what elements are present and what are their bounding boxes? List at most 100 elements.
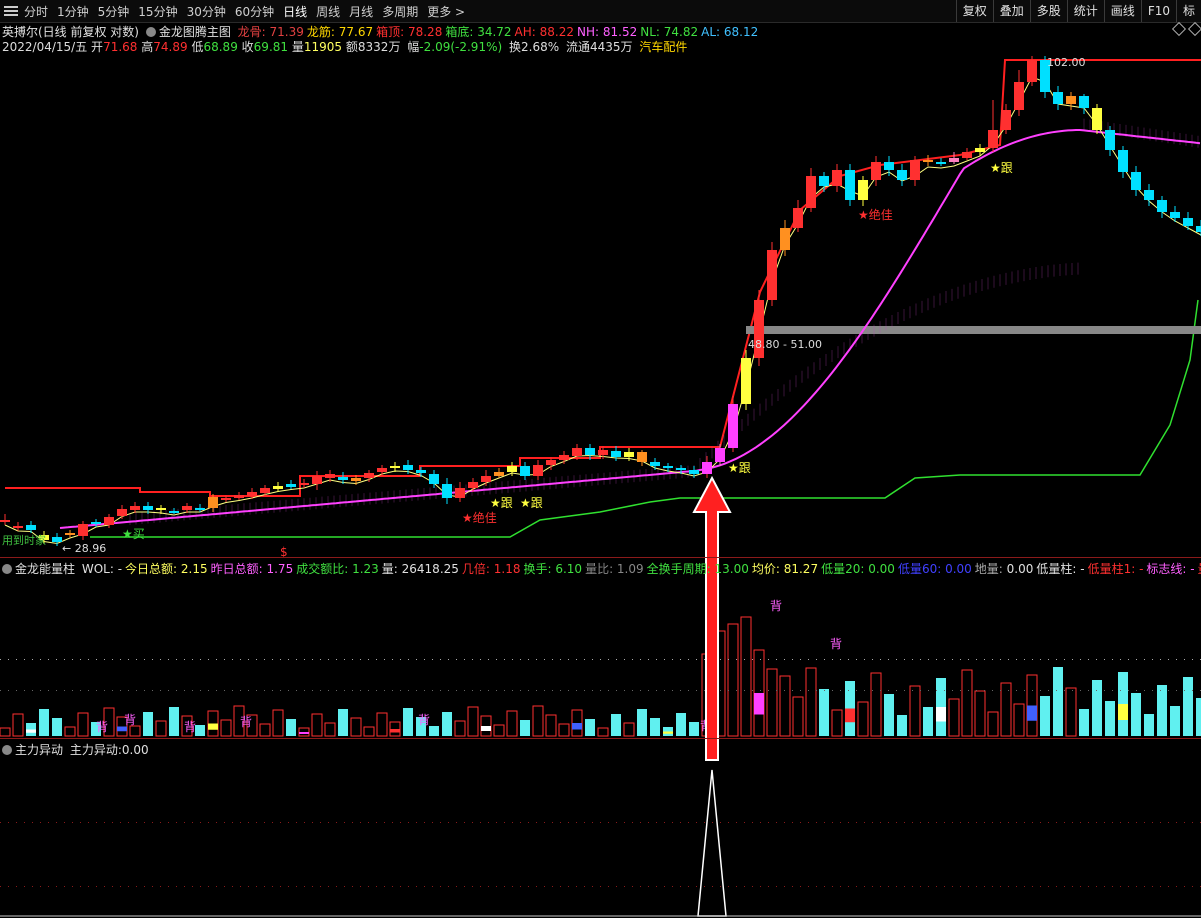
vol-dot <box>184 690 185 691</box>
vol-dot <box>1120 690 1121 691</box>
vol-dot <box>344 659 345 660</box>
vol-dot <box>952 690 953 691</box>
candle-body <box>208 497 218 508</box>
mf-dot <box>456 822 457 823</box>
vol-dot <box>928 690 929 691</box>
mf-dot <box>928 822 929 823</box>
mf-dot <box>904 886 905 887</box>
mf-dot <box>840 822 841 823</box>
vol-dot <box>24 690 25 691</box>
mf-dot <box>1016 886 1017 887</box>
vol-dot <box>456 659 457 660</box>
mf-dot <box>400 822 401 823</box>
mf-dot <box>912 886 913 887</box>
vol-segment <box>26 729 36 733</box>
mf-dot <box>272 886 273 887</box>
vol-dot <box>296 659 297 660</box>
vol-bar <box>948 698 960 737</box>
mf-dot <box>1152 822 1153 823</box>
vol-dot <box>560 690 561 691</box>
mainforce-gear-icon[interactable] <box>2 745 12 755</box>
mf-dot <box>224 886 225 887</box>
mf-dot <box>712 822 713 823</box>
mf-dot <box>792 822 793 823</box>
mf-dot <box>1128 886 1129 887</box>
mf-dot <box>696 822 697 823</box>
mf-dot <box>664 886 665 887</box>
box-top-line-2 <box>719 59 1201 448</box>
candle-body <box>949 158 959 162</box>
mf-dot <box>552 822 553 823</box>
candle-body <box>117 509 127 516</box>
vol-dot <box>280 659 281 660</box>
vol-dot <box>1160 659 1161 660</box>
vol-panel-name[interactable]: 金龙能量柱 <box>15 562 75 576</box>
candle-body <box>702 462 712 474</box>
mainforce-name[interactable]: 主力异动 <box>15 743 63 757</box>
mf-dot <box>968 822 969 823</box>
vol-segment <box>299 732 309 734</box>
vol-item-value-0: - <box>117 562 123 576</box>
vol-dot <box>128 659 129 660</box>
vol-dot <box>296 690 297 691</box>
vol-dot <box>160 659 161 660</box>
mf-dot <box>720 822 721 823</box>
vol-dot <box>224 659 225 660</box>
mf-dot <box>360 886 361 887</box>
vol-settings-gear-icon[interactable] <box>2 564 12 574</box>
vol-dot <box>64 690 65 691</box>
kline-chart[interactable]: 102.00← 28.9648.80 - 51.00用到时家$★绝佳★跟 ★跟★跟… <box>0 0 1201 918</box>
vol-dot <box>616 659 617 660</box>
vol-dot <box>272 690 273 691</box>
vol-dot <box>1016 690 1017 691</box>
mf-dot <box>1184 822 1185 823</box>
mf-dot <box>488 886 489 887</box>
mf-dot <box>120 886 121 887</box>
mf-dot <box>1016 822 1017 823</box>
candle-body <box>1014 82 1024 110</box>
vol-dot <box>328 659 329 660</box>
mf-dot <box>320 822 321 823</box>
vol-bar <box>467 706 479 737</box>
mf-dot <box>104 886 105 887</box>
mf-dot <box>848 886 849 887</box>
candle-body <box>416 470 426 473</box>
mf-dot <box>168 886 169 887</box>
vol-dot <box>1024 659 1025 660</box>
vol-bar <box>779 675 791 737</box>
pane-divider-mainforce <box>0 738 1201 739</box>
vol-dot <box>144 659 145 660</box>
mf-dot <box>1088 822 1089 823</box>
vol-dot <box>576 659 577 660</box>
mf-dot <box>80 886 81 887</box>
vol-bar <box>363 726 375 737</box>
candle-body <box>338 477 348 480</box>
mf-dot <box>736 886 737 887</box>
candle-body <box>1131 172 1141 190</box>
vol-dot <box>312 659 313 660</box>
vol-dot <box>880 659 881 660</box>
mf-dot <box>696 886 697 887</box>
vol-dot <box>656 690 657 691</box>
annotation-2: ★跟 <box>520 496 543 510</box>
vol-dot <box>48 690 49 691</box>
vol-bar <box>623 722 635 737</box>
vol-item-value-1: 2.15 <box>180 562 208 576</box>
mf-dot <box>680 822 681 823</box>
vol-dot <box>608 659 609 660</box>
mf-dot <box>48 822 49 823</box>
mf-dot <box>984 822 985 823</box>
vol-dot <box>344 690 345 691</box>
mf-dot <box>896 822 897 823</box>
vol-dot <box>808 659 809 660</box>
vol-dot <box>432 659 433 660</box>
vol-segment <box>572 723 582 730</box>
vol-item-value-11: 0.00 <box>945 562 972 576</box>
vol-dot <box>824 690 825 691</box>
mf-dot <box>304 886 305 887</box>
mf-dot <box>488 822 489 823</box>
vol-dot <box>840 659 841 660</box>
vol-dot <box>864 659 865 660</box>
mf-dot <box>744 822 745 823</box>
vol-bar <box>857 701 869 737</box>
